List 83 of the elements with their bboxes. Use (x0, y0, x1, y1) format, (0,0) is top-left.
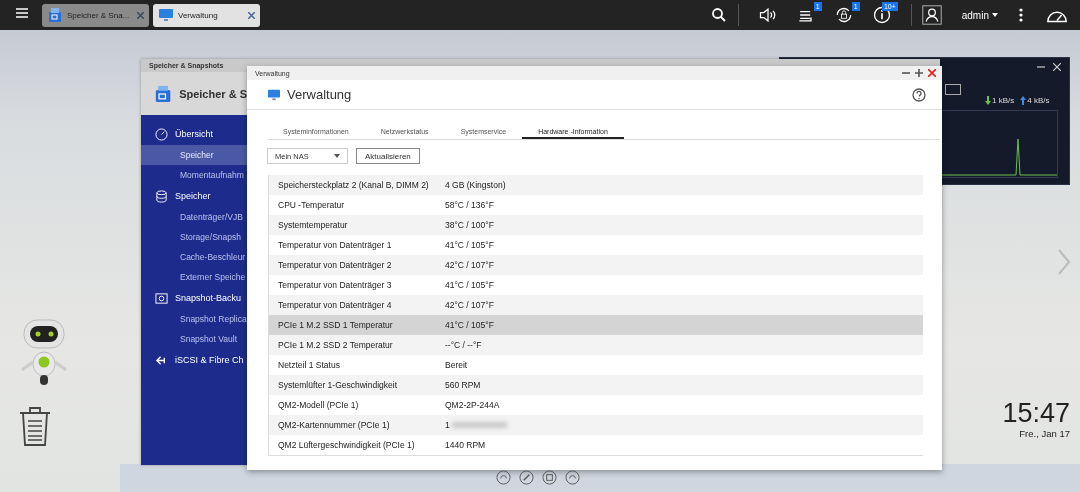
table-row[interactable]: PCIe 1 M.2 SSD 2 Temperatur --°C / --°F (269, 335, 923, 355)
table-cell-text: QM2-Kartennummer (PCIe 1) (277, 420, 391, 430)
clock-time: 15:47 (1002, 398, 1070, 428)
table-cell-text: Systemtemperatur (277, 220, 349, 230)
table-cell-text: Systemlüfter 1-Geschwindigkeit (277, 380, 399, 390)
sidebar-item[interactable]: Datenträger/VJB (141, 207, 247, 227)
download-rate: 1 kB/s (992, 96, 1015, 105)
caret-icon (992, 13, 998, 17)
monitor-icon (267, 88, 281, 101)
dock-icon[interactable] (496, 470, 511, 485)
window-tab[interactable]: Verwaltung (153, 3, 260, 27)
menu-icon[interactable] (14, 5, 30, 21)
table-cell-text: Temperatur von Datenträger 2 (277, 260, 393, 270)
table-cell-text: Temperatur von Datenträger 4 (277, 300, 393, 310)
sidebar-item[interactable]: Momentaufnahm (141, 165, 247, 185)
table-cell: --°C / --°F (445, 340, 482, 350)
minimize-icon[interactable] (1037, 63, 1045, 71)
table-cell: 4 GB (Kingston) (445, 180, 506, 190)
sidebar-section[interactable]: Speicher (175, 191, 211, 201)
table-cell: Bereit (445, 360, 468, 370)
user-menu[interactable]: admin (955, 8, 1004, 22)
period-dropdown[interactable] (945, 84, 961, 95)
sidebar-item[interactable]: Storage/Snapsh (141, 227, 247, 247)
dock-icon[interactable] (519, 470, 534, 485)
table-cell-text: Speichersteckplatz 2 (Kanal B, DIMM 2) (277, 180, 430, 190)
table-cell-text: CPU -Temperatur (277, 200, 346, 210)
help-icon[interactable] (912, 87, 926, 102)
table-row[interactable]: PCIe 1 M.2 SSD 1 Temperatur 41°C / 105°F (269, 315, 923, 335)
app-title: Speicher & S (179, 87, 247, 100)
table-cell: 41°C / 105°F (445, 240, 494, 250)
more-icon[interactable] (1018, 7, 1024, 23)
upload-rate: 4 kB/s (1027, 96, 1050, 105)
monitor-icon (158, 8, 174, 22)
sidebar-item[interactable]: Snapshot Vault (141, 329, 247, 349)
table-cell-text: QM2-Modell (PCIe 1) (277, 400, 360, 410)
sidebar-item[interactable]: Speicher (141, 145, 247, 165)
gauge-icon (155, 127, 168, 141)
table-cell-text: Temperatur von Datenträger 3 (277, 280, 393, 290)
table-cell: 1 (445, 420, 450, 430)
sidebar-section[interactable]: Snapshot-Backu (175, 293, 242, 303)
refresh-button[interactable]: Aktualisieren (356, 148, 420, 164)
table-cell-text: PCIe 1 M.2 SSD 2 Temperatur (277, 340, 394, 350)
table-row[interactable]: QM2-Kartennummer (PCIe 1) 1 (269, 415, 923, 435)
sidebar-section[interactable]: iSCSI & Fibre Ch (175, 355, 244, 365)
search-icon[interactable] (709, 6, 728, 24)
table-row[interactable]: Speichersteckplatz 2 (Kanal B, DIMM 2) 4 GB (Kingston) (269, 175, 923, 195)
sidebar-section[interactable]: Übersicht (175, 129, 213, 139)
dock-icon[interactable] (565, 470, 580, 485)
clock-date: Fre., Jan 17 (1018, 428, 1070, 439)
table-cell: 42°C / 107°F (445, 260, 494, 270)
table-row[interactable]: Systemtemperatur 38°C / 100°F (269, 215, 923, 235)
camera-icon (155, 291, 168, 305)
database-icon (155, 189, 168, 203)
table-cell-text: PCIe 1 M.2 SSD 1 Temperatur (277, 320, 394, 330)
speaker-icon[interactable] (757, 5, 778, 25)
window-tab[interactable]: Speicher & Sna... (42, 3, 149, 27)
table-cell: 58°C / 136°F (445, 200, 494, 210)
arrow-up-icon (1020, 96, 1027, 105)
table-cell: 41°C / 105°F (445, 320, 494, 330)
table-cell: 1440 RPM (445, 440, 486, 450)
arrow-down-icon (985, 96, 991, 105)
trash-icon[interactable] (18, 405, 52, 447)
app-heading: Verwaltung (287, 87, 353, 102)
table-row[interactable]: Temperatur von Datenträger 4 42°C / 107°F (269, 295, 923, 315)
sidebar-item[interactable]: Externer Speiche (141, 267, 247, 287)
table-cell: 42°C / 107°F (445, 300, 494, 310)
table-cell: 41°C / 105°F (445, 280, 494, 290)
table-cell: QM2-2P-244A (445, 400, 500, 410)
caret-icon (334, 154, 340, 158)
table-cell: 560 RPM (445, 380, 481, 390)
user-avatar-icon[interactable] (921, 5, 942, 25)
sidebar-item[interactable]: Cache-Beschleur (141, 247, 247, 267)
storage-app-icon (47, 7, 63, 23)
dock-icon[interactable] (542, 470, 557, 485)
table-cell-text: Netzteil 1 Status (277, 360, 341, 370)
table-cell-text: QM2 Lüftergeschwindigkeit (PCIe 1) (277, 440, 416, 450)
table-row[interactable]: Temperatur von Datenträger 2 42°C / 107°F (269, 255, 923, 275)
table-row[interactable]: Systemlüfter 1-Geschwindigkeit 560 RPM (269, 375, 923, 395)
minimize-icon[interactable] (902, 69, 910, 77)
maximize-icon[interactable] (915, 69, 923, 77)
table-cell: 38°C / 100°F (445, 220, 494, 230)
sidebar-item[interactable]: Snapshot Replica (141, 309, 247, 329)
table-cell-text: Temperatur von Datenträger 1 (277, 240, 393, 250)
